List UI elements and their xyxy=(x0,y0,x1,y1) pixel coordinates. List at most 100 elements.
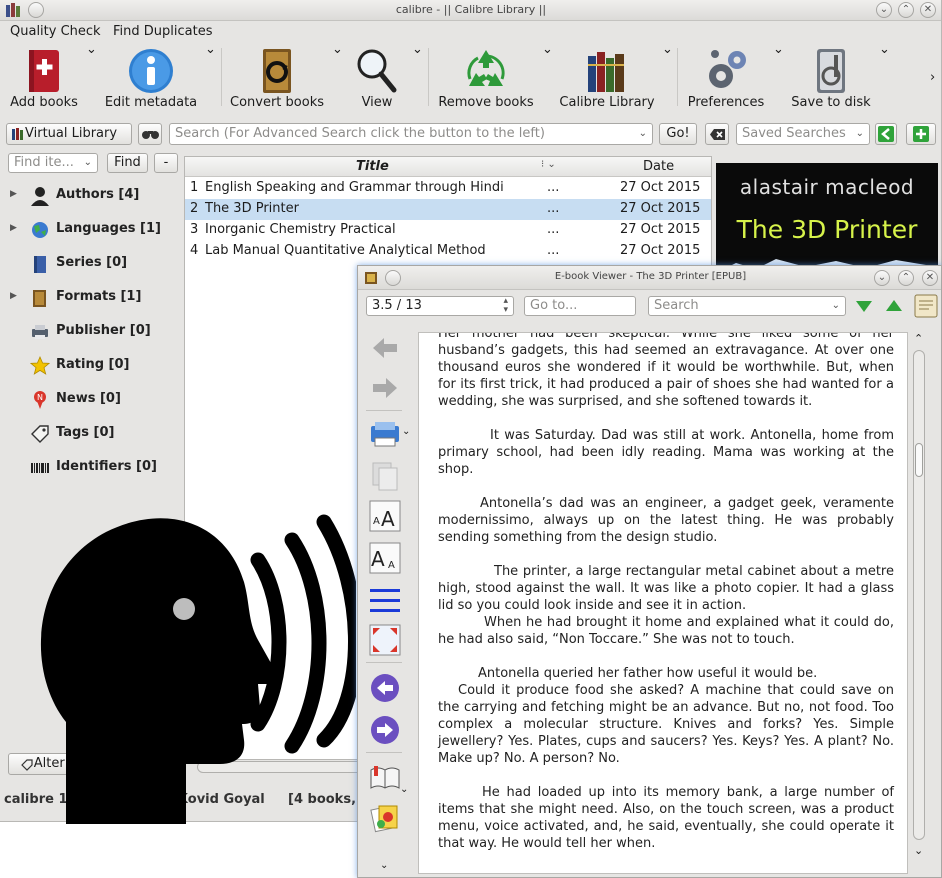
add-saved-search-button[interactable] xyxy=(906,123,936,145)
search-row: Virtual Library Search (For Advanced Sea… xyxy=(0,121,941,149)
view-button[interactable]: View xyxy=(348,42,406,114)
scrollbar-track[interactable] xyxy=(913,350,925,840)
tag-item-news[interactable]: N News [0] xyxy=(8,388,178,412)
preferences-dropdown[interactable]: ⌄ xyxy=(773,42,784,114)
more-cell: ... xyxy=(547,201,560,216)
toc-lines-icon[interactable] xyxy=(369,584,401,616)
date-cell: 27 Oct 2015 xyxy=(620,201,701,216)
convert-books-button[interactable]: Convert books xyxy=(228,42,326,114)
preferences-button[interactable]: Preferences xyxy=(684,42,768,114)
view-dropdown[interactable]: ⌄ xyxy=(412,42,423,114)
find-button[interactable]: Find xyxy=(107,153,148,173)
spin-arrows-icon[interactable]: ▴ ▾ xyxy=(503,297,508,315)
forward-arrow-icon[interactable] xyxy=(369,372,401,404)
more-cell: ... xyxy=(547,180,560,195)
row-number: 1 xyxy=(190,180,199,195)
saved-searches-combo[interactable]: Saved Searches ⌄ xyxy=(736,123,870,145)
font-smaller-icon[interactable]: AA xyxy=(369,542,401,574)
vertical-scrollbar[interactable]: ⌃ ⌄ xyxy=(911,332,929,862)
paragraph: He had loaded up into its memory bank, a… xyxy=(438,785,894,851)
convert-books-dropdown[interactable]: ⌄ xyxy=(332,42,343,114)
expand-arrow-icon[interactable]: ▶ xyxy=(10,223,17,233)
table-row[interactable]: 3 Inorganic Chemistry Practical... 27 Oct … xyxy=(185,220,711,241)
add-books-dropdown[interactable]: ⌄ xyxy=(86,42,97,114)
tag-item-languages[interactable]: ▶ Languages [1] xyxy=(8,218,178,242)
remove-books-dropdown[interactable]: ⌄ xyxy=(542,42,553,114)
sort-chevron-icon[interactable]: ⁝ ⌄ xyxy=(541,159,556,170)
tag-item-authors[interactable]: ▶ Authors [4] xyxy=(8,184,178,208)
save-to-disk-button[interactable]: Save to disk xyxy=(788,42,874,114)
news-pin-icon: N xyxy=(34,391,46,409)
tag-item-identifiers[interactable]: Identifiers [0] xyxy=(8,456,178,480)
previous-page-icon[interactable] xyxy=(369,672,401,704)
scroll-down-icon[interactable]: ⌄ xyxy=(914,844,923,857)
save-to-disk-dropdown[interactable]: ⌄ xyxy=(879,42,890,114)
search-input[interactable]: Search (For Advanced Search click the bu… xyxy=(169,123,653,145)
add-books-button[interactable]: Add books xyxy=(4,42,84,114)
scroll-reference-icon[interactable] xyxy=(914,294,938,318)
more-tools-chevron-icon[interactable]: ⌄ xyxy=(380,860,388,871)
viewer-maximize-button[interactable]: ⌃ xyxy=(898,270,914,286)
find-item-input[interactable]: Find ite... ⌄ xyxy=(8,153,98,173)
save-search-button[interactable] xyxy=(875,123,897,145)
chevron-down-icon[interactable]: ⌄ xyxy=(402,426,410,437)
edit-metadata-dropdown[interactable]: ⌄ xyxy=(205,42,216,114)
goto-input[interactable]: Go to... xyxy=(524,296,636,316)
tag-item-publisher[interactable]: Publisher [0] xyxy=(8,320,178,344)
remove-books-button[interactable]: Remove books xyxy=(436,42,536,114)
globe-icon xyxy=(32,222,48,238)
expand-arrow-icon[interactable]: ▶ xyxy=(10,291,17,301)
paragraph: Antonella’s dad was an engineer, a gadge… xyxy=(438,496,894,545)
collapse-button[interactable]: - xyxy=(154,153,178,173)
viewer-search-input[interactable]: Search ⌄ xyxy=(648,296,846,316)
bookmark-book-icon[interactable] xyxy=(369,762,401,794)
calibre-library-dropdown[interactable]: ⌄ xyxy=(662,42,673,114)
menu-find-duplicates[interactable]: Find Duplicates xyxy=(113,24,212,39)
font-larger-icon[interactable]: AA xyxy=(369,500,401,532)
date-column-header[interactable]: Date xyxy=(643,159,674,174)
print-icon[interactable] xyxy=(369,418,401,450)
table-row[interactable]: 2 The 3D Printer... 27 Oct 2015 xyxy=(185,199,711,220)
reference-icon[interactable] xyxy=(369,802,401,834)
title-column-header[interactable]: Title xyxy=(356,159,389,174)
find-next-icon[interactable] xyxy=(855,298,873,314)
clear-search-button[interactable] xyxy=(705,123,729,145)
tag-item-tags[interactable]: Tags [0] xyxy=(8,422,178,446)
main-titlebar: calibre - || Calibre Library || ⌄ ⌃ ✕ xyxy=(0,0,941,21)
table-row[interactable]: 1 English Speaking and Grammar through Hi… xyxy=(185,178,711,199)
book-cover[interactable]: alastair macleod The 3D Printer xyxy=(716,163,938,273)
next-page-icon[interactable] xyxy=(369,714,401,746)
advanced-search-button[interactable] xyxy=(138,123,162,145)
main-window-title: calibre - || Calibre Library || xyxy=(395,3,547,16)
expand-arrow-icon[interactable]: ▶ xyxy=(10,189,17,199)
tag-icon xyxy=(31,425,49,443)
tag-item-rating[interactable]: Rating [0] xyxy=(8,354,178,378)
book-text-area[interactable]: Her mother had been skeptical. While she… xyxy=(418,332,908,874)
svg-text:A: A xyxy=(371,547,385,571)
scrollbar-thumb[interactable] xyxy=(915,443,923,477)
tag-item-series[interactable]: Series [0] xyxy=(8,252,178,276)
close-button[interactable]: ✕ xyxy=(920,2,936,18)
menu-quality-check[interactable]: Quality Check xyxy=(10,24,101,39)
find-previous-icon[interactable] xyxy=(885,298,903,314)
viewer-minimize-button[interactable]: ⌄ xyxy=(874,270,890,286)
toolbar-separator xyxy=(428,48,429,106)
tag-item-formats[interactable]: ▶ Formats [1] xyxy=(8,286,178,310)
maximize-button[interactable]: ⌃ xyxy=(898,2,914,18)
svg-text:A: A xyxy=(381,507,395,531)
go-button[interactable]: Go! xyxy=(659,123,697,145)
position-spinbox[interactable]: 3.5 / 13 ▴ ▾ xyxy=(366,296,514,316)
fullscreen-icon[interactable] xyxy=(369,624,401,656)
edit-metadata-button[interactable]: Edit metadata xyxy=(104,42,198,114)
viewer-close-button[interactable]: ✕ xyxy=(922,270,938,286)
virtual-library-button[interactable]: Virtual Library xyxy=(6,123,132,145)
calibre-library-button[interactable]: Calibre Library xyxy=(558,42,656,114)
svg-text:N: N xyxy=(37,393,43,402)
table-row[interactable]: 4 Lab Manual Quantitative Analytical Meth… xyxy=(185,241,711,262)
copy-icon[interactable] xyxy=(369,460,401,492)
scroll-up-icon[interactable]: ⌃ xyxy=(914,332,923,345)
chevron-down-icon[interactable]: ⌄ xyxy=(400,784,408,795)
back-arrow-icon[interactable] xyxy=(369,332,401,364)
tag-label: Rating [0] xyxy=(56,357,130,372)
minimize-button[interactable]: ⌄ xyxy=(876,2,892,18)
